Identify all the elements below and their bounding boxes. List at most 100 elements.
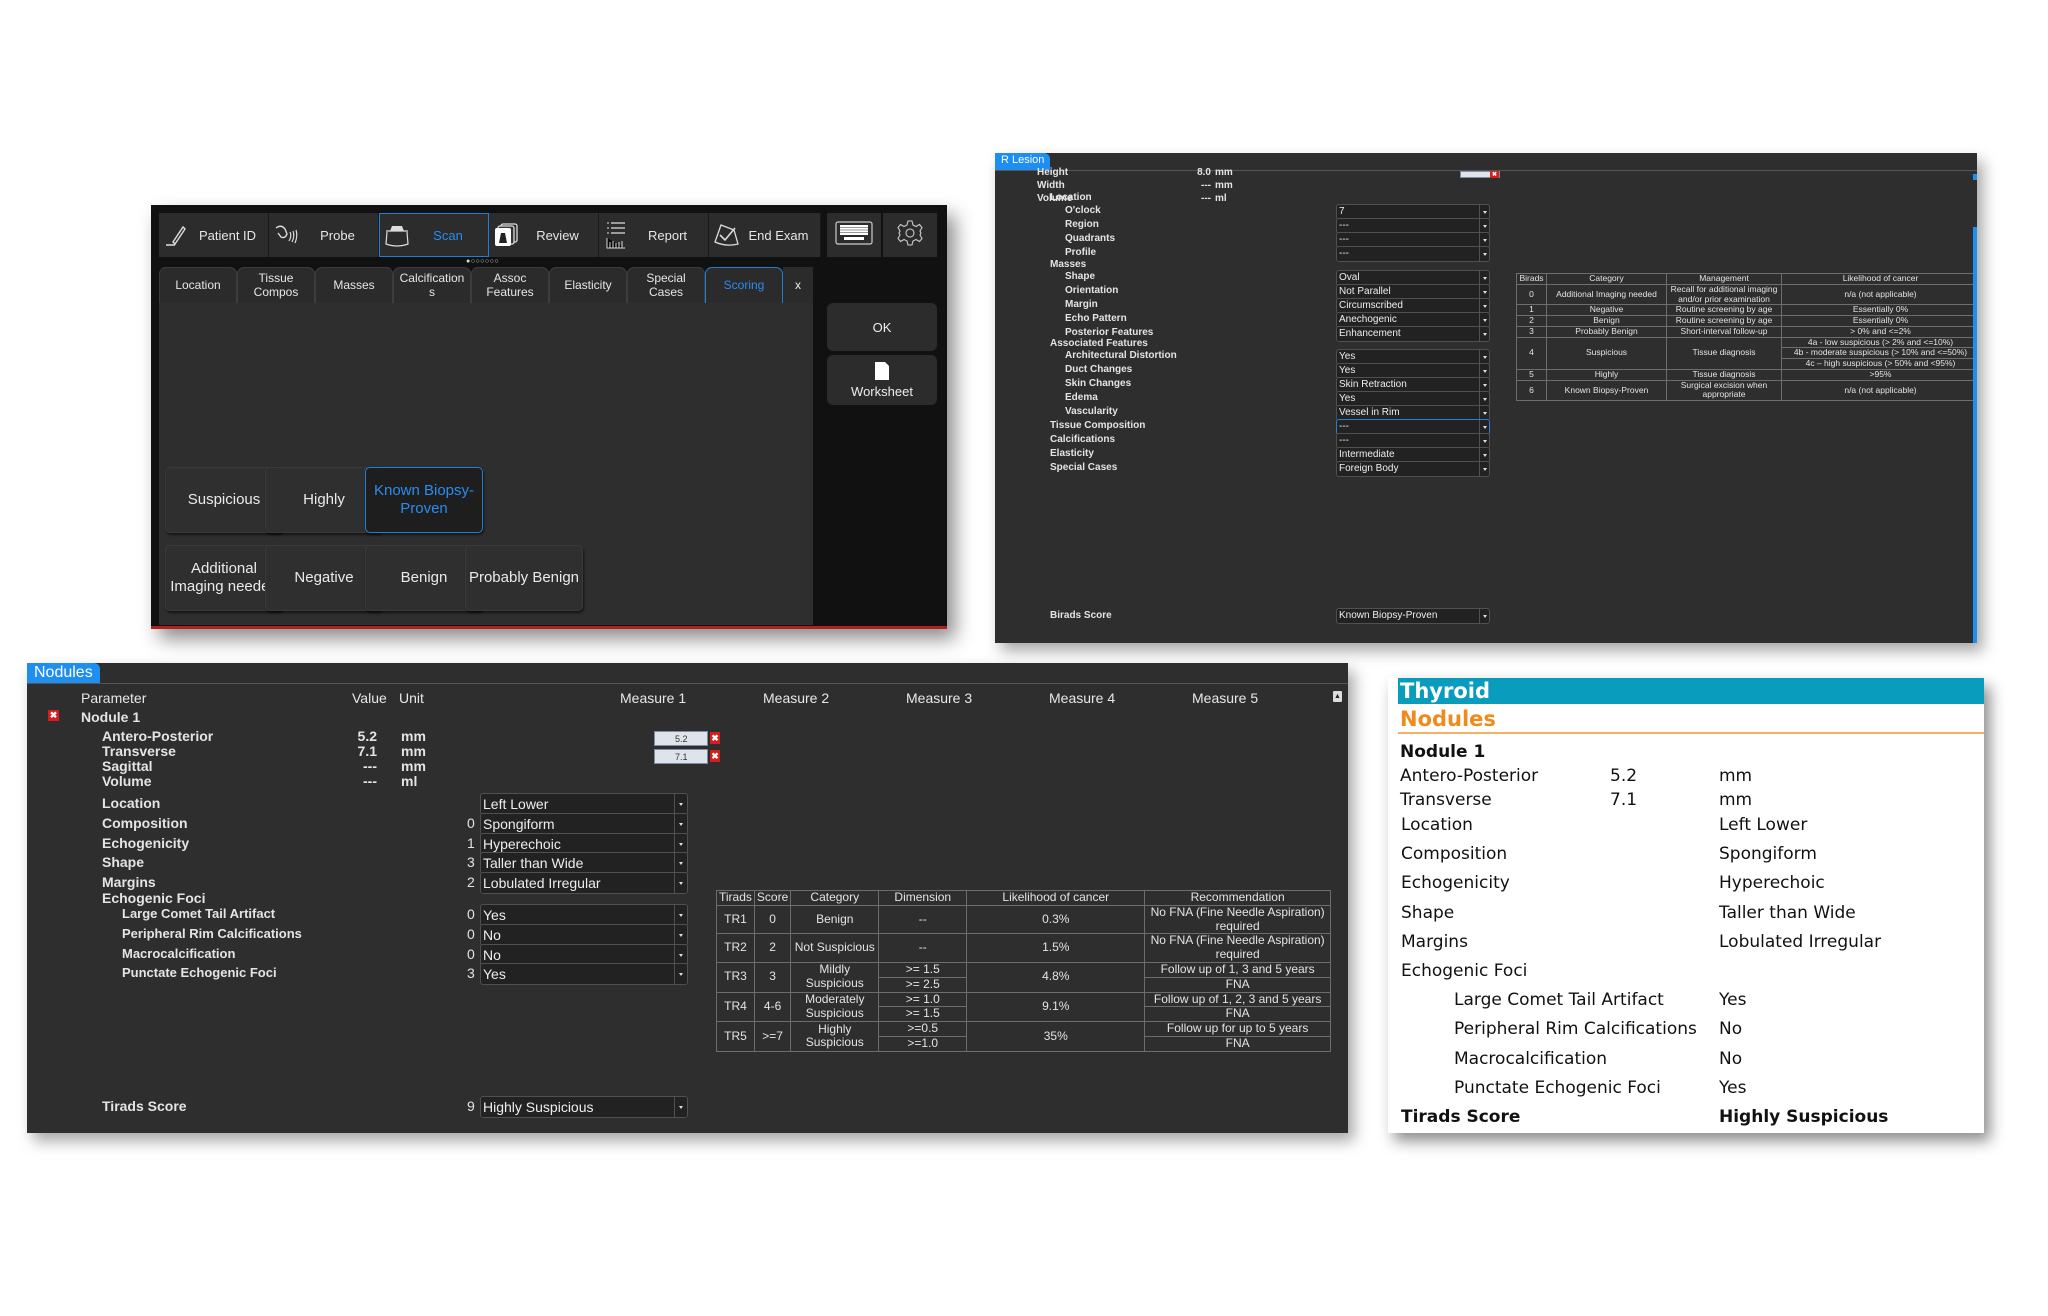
birads-score-select[interactable]: Known Biopsy-Proven (1336, 608, 1490, 624)
probe-button[interactable]: Probe (269, 213, 379, 257)
select-profile[interactable]: --- (1336, 246, 1490, 262)
field-label-punctate-echogenic-foci: Punctate Echogenic Foci (122, 965, 277, 980)
divider (27, 683, 1348, 684)
cell-score: 0 (753, 904, 792, 935)
tab-masses[interactable]: Masses (315, 267, 393, 303)
field-label-masses: Masses (1050, 259, 1087, 270)
report-button[interactable]: Report (599, 213, 709, 257)
cell-management: Surgical excision when appropriate (1666, 379, 1782, 402)
delete-nodule-icon[interactable]: ✖ (48, 710, 59, 721)
cell-recommendation: Follow up of 1, 2, 3 and 5 years (1144, 991, 1331, 1008)
table-row: TR1 0 Benign -- 0.3% No FNA (Fine Needle Aspi… (716, 904, 1331, 935)
select-punctate-echogenic-foci[interactable]: Yes (480, 963, 688, 985)
table-row: 4 Suspicious Tissue diagnosis 4a - low susp… (1516, 336, 1977, 370)
field-label-region: Region (1065, 219, 1099, 230)
field-label-shape: Shape (102, 854, 145, 870)
ok-button[interactable]: OK (827, 303, 937, 351)
select-posterior-features[interactable]: Enhancement (1336, 326, 1490, 342)
cell-category: Known Biopsy-Proven (1546, 379, 1667, 402)
report-measure-unit: mm (1719, 766, 1753, 786)
scrollbar-thumb[interactable] (1973, 227, 1977, 643)
report-measure-value: 5.2 (1610, 766, 1638, 786)
cell-category: Mildly Suspicious (790, 961, 880, 993)
field-score: 0 (467, 815, 475, 831)
col-value: Value (352, 690, 387, 706)
tab-elasticity[interactable]: Elasticity (549, 267, 627, 303)
tab-special-cases[interactable]: Special Cases (627, 267, 705, 303)
patient-id-button[interactable]: Patient ID (159, 213, 269, 257)
score-probably-benign-button[interactable]: Probably Benign (465, 545, 583, 611)
field-score: 3 (467, 854, 475, 870)
measure-1-field[interactable]: 5.2 (654, 731, 708, 746)
measure-unit: mm (1215, 180, 1233, 191)
select-shape[interactable]: Taller than Wide (480, 852, 688, 874)
tab-scoring[interactable]: Scoring (705, 267, 783, 303)
document-icon (874, 361, 890, 384)
select-value: 7 (1339, 206, 1345, 217)
tirads-score-select[interactable]: Highly Suspicious (480, 1096, 688, 1118)
chevron-down-icon (1479, 219, 1489, 233)
cell-likelihood: Essentially 0% (1781, 304, 1977, 317)
cell-score: >=7 (753, 1021, 792, 1052)
tab-tissue-compos[interactable]: Tissue Compos (237, 267, 315, 303)
measure-1-field[interactable]: 7.1 (654, 749, 708, 764)
tab-assoc-features[interactable]: Assoc Features (471, 267, 549, 303)
score-known-biopsy-proven-button[interactable]: Known Biopsy- Proven (365, 467, 483, 533)
cell-category: Moderately Suspicious (790, 991, 880, 1023)
worksheet-button[interactable]: Worksheet (827, 355, 937, 405)
select-margins[interactable]: Lobulated Irregular (480, 872, 688, 894)
field-label-location: Location (102, 795, 161, 811)
report-measure-value: 7.1 (1610, 790, 1638, 810)
field-label-location: Location (1050, 192, 1092, 203)
cell-likelihood: Essentially 0% (1781, 315, 1977, 327)
delete-measure-icon[interactable]: ✖ (710, 732, 720, 744)
report-field-label: Large Comet Tail Artifact (1454, 990, 1664, 1011)
scroll-up-button[interactable] (1973, 174, 1977, 180)
end-exam-button[interactable]: End Exam (709, 213, 821, 257)
col-measure-3: Measure 3 (906, 690, 973, 706)
cell-management: Recall for additional imaging and/or pri… (1666, 283, 1782, 306)
table-header-row: Tirads Score Category Dimension Likelihood o… (716, 890, 1331, 906)
select-value: Oval (1339, 272, 1360, 283)
header-cell: Likelihood of cancer (1781, 273, 1977, 285)
select-peripheral-rim-calcifications[interactable]: No (480, 924, 688, 946)
review-button[interactable]: Review (489, 213, 599, 257)
measure-value: --- (1201, 193, 1211, 204)
measure-label-antero-posterior: Antero-Posterior (102, 728, 214, 744)
cell-management: Tissue diagnosis (1666, 368, 1782, 381)
tab-calcifications[interactable]: Calcification s (393, 267, 471, 303)
select-location[interactable]: Left Lower (480, 793, 688, 815)
select-value: --- (1339, 248, 1349, 259)
nodules-tab[interactable]: Nodules (27, 663, 100, 683)
select-composition[interactable]: Spongiform (480, 813, 688, 835)
field-label-o-clock: O'clock (1065, 205, 1101, 216)
select-large-comet-tail-artifact[interactable]: Yes (480, 904, 688, 926)
scroll-up-icon[interactable]: ▲ (1333, 691, 1342, 702)
select-value: Yes (1339, 351, 1356, 362)
cell-birads: 0 (1516, 283, 1547, 306)
settings-button[interactable] (883, 213, 937, 257)
table-row: 5 Highly Tissue diagnosis >95% (1516, 368, 1977, 381)
field-label-margin: Margin (1065, 299, 1098, 310)
select-value: Yes (1339, 393, 1356, 404)
cell-recommendation: FNA (1144, 1035, 1331, 1052)
keyboard-button[interactable] (827, 213, 881, 257)
tab-location[interactable]: Location (159, 267, 237, 303)
delete-measure-icon[interactable]: ✖ (710, 750, 720, 762)
col-measure-4: Measure 4 (1049, 690, 1116, 706)
measure-value: --- (363, 773, 377, 789)
delete-measure-icon[interactable]: ✖ (1490, 171, 1499, 178)
cell-tirads: TR3 (716, 961, 755, 993)
chevron-down-icon (674, 873, 687, 893)
chevron-down-icon (1479, 233, 1489, 247)
scan-button[interactable]: Scan (379, 213, 489, 257)
select-special-cases[interactable]: Foreign Body (1336, 461, 1490, 477)
probe-icon (269, 222, 303, 248)
measure-unit: ml (1215, 193, 1227, 204)
close-tab-button[interactable]: x (783, 267, 813, 303)
cell-management: Short-interval follow-up (1666, 325, 1782, 338)
field-score: 0 (467, 946, 475, 962)
cell-category: Probably Benign (1546, 325, 1667, 338)
nodule-name: Nodule 1 (81, 709, 141, 725)
field-label-macrocalcification: Macrocalcification (122, 946, 236, 961)
